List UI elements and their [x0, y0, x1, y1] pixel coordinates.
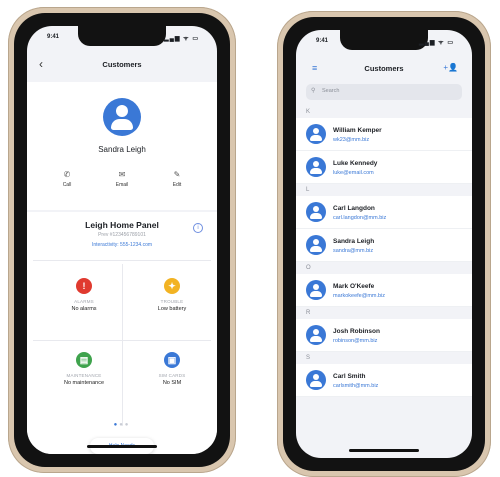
- avatar-icon: [306, 370, 326, 390]
- tile-label: ALARMS: [74, 299, 94, 304]
- trouble-icon: ✦: [164, 278, 180, 294]
- avatar-icon: [306, 235, 326, 255]
- call-button[interactable]: ✆ Call: [47, 170, 87, 200]
- customer-email: robinson@mm.biz: [333, 338, 378, 344]
- avatar-icon: [306, 124, 326, 144]
- status-icons: ▂▄▆ ᯤ ▭: [164, 36, 199, 42]
- customer-name: Sandra Leigh: [98, 145, 146, 154]
- tile-value: No alarms: [71, 306, 97, 312]
- customer-row[interactable]: Luke Kennedy luke@email.com: [296, 151, 472, 184]
- status-icons: ▂▄▆ ᯤ ▭: [419, 40, 454, 46]
- trouble-tile[interactable]: ✦ TROUBLE Low battery: [127, 270, 217, 330]
- alarms-tile[interactable]: ! ALARMS No alarms: [39, 270, 129, 330]
- divider: [33, 260, 211, 261]
- customer-row[interactable]: Sandra Leigh sandra@mm.biz: [296, 229, 472, 262]
- status-bar: 9:41 ▂▄▆ ᯤ ▭: [27, 32, 217, 44]
- customer-name: William Kemper: [333, 127, 382, 134]
- search-icon: ⚲: [311, 88, 316, 94]
- status-time: 9:41: [316, 38, 329, 44]
- customer-row[interactable]: Carl Smith carlsmith@mm.biz: [296, 364, 472, 397]
- tile-label: MAINTENANCE: [66, 373, 102, 378]
- section-header: L: [296, 184, 472, 196]
- page-title: Customers: [102, 60, 142, 69]
- customer-list: K William Kemper wk23@mm.biz Luke Kennedy lu…: [296, 106, 472, 397]
- contact-actions: ✆ Call ✉ Email ✎ Edit: [47, 170, 197, 200]
- panel-title: Leigh Home Panel: [85, 220, 159, 230]
- section-header: O: [296, 262, 472, 274]
- customer-email: wk23@mm.biz: [333, 137, 370, 143]
- home-indicator: [87, 445, 157, 448]
- customers-list-screen: 9:41 ▂▄▆ ᯤ ▭ ≡ Customers +👤 ⚲ Search K Wi…: [296, 30, 472, 458]
- edit-label: Edit: [172, 182, 182, 188]
- phone-bezel: 9:41 ▂▄▆ ᯤ ▭ ≡ Customers +👤 ⚲ Search K Wi…: [283, 17, 485, 471]
- sim-cards-tile[interactable]: ▣ SIM CARDS No SIM: [127, 344, 217, 404]
- tile-value: Low battery: [157, 306, 187, 312]
- customer-name: Mark O'Keefe: [333, 283, 375, 290]
- call-label: Call: [62, 182, 72, 188]
- section-header: S: [296, 352, 472, 364]
- customer-name: Luke Kennedy: [333, 160, 378, 167]
- customer-row[interactable]: Josh Robinson robinson@mm.biz: [296, 319, 472, 352]
- customer-row[interactable]: Mark O'Keefe markokeefe@mm.biz: [296, 274, 472, 307]
- home-indicator: [349, 449, 419, 452]
- customer-name: Carl Langdon: [333, 205, 375, 212]
- avatar-icon: [103, 98, 141, 136]
- nav-bar: ‹ Customers: [27, 54, 217, 78]
- tile-value: No SIM: [162, 380, 182, 386]
- avatar-icon: [306, 325, 326, 345]
- email-button[interactable]: ✉ Email: [102, 170, 142, 200]
- panel-card: Leigh Home Panel i Prev #123456789101 In…: [27, 212, 217, 454]
- avatar-icon: [306, 202, 326, 222]
- customer-email: markokeefe@mm.biz: [333, 293, 386, 299]
- search-input[interactable]: ⚲ Search: [306, 84, 462, 100]
- customer-name: Sandra Leigh: [333, 238, 375, 245]
- edit-button[interactable]: ✎ Edit: [157, 170, 197, 200]
- status-bar: 9:41 ▂▄▆ ᯤ ▭: [296, 36, 472, 48]
- profile-header: Sandra Leigh ✆ Call ✉ Email ✎ Edit: [27, 82, 217, 210]
- panel-link[interactable]: Interactivity: 555-1234.com: [27, 242, 217, 248]
- email-icon: ✉: [118, 170, 126, 179]
- tile-value: No maintenance: [63, 380, 105, 386]
- customer-email: luke@email.com: [333, 170, 374, 176]
- phone-right: 9:41 ▂▄▆ ᯤ ▭ ≡ Customers +👤 ⚲ Search K Wi…: [277, 11, 491, 477]
- status-time: 9:41: [47, 34, 60, 40]
- section-header: K: [296, 106, 472, 118]
- email-label: Email: [115, 182, 129, 188]
- search-placeholder: Search: [322, 88, 340, 94]
- customer-row[interactable]: William Kemper wk23@mm.biz: [296, 118, 472, 151]
- phone-bezel: 9:41 ▂▄▆ ᯤ ▭ ‹ Customers Sandra Leigh ✆ …: [14, 13, 230, 467]
- customer-name: Carl Smith: [333, 373, 366, 380]
- customer-row[interactable]: Carl Langdon carl.langdon@mm.biz: [296, 196, 472, 229]
- section-header: R: [296, 307, 472, 319]
- tile-label: SIM CARDS: [158, 373, 186, 378]
- tile-label: TROUBLE: [160, 299, 184, 304]
- maintenance-icon: ▤: [76, 352, 92, 368]
- avatar-icon: [306, 280, 326, 300]
- edit-icon: ✎: [173, 170, 181, 179]
- customer-email: carlsmith@mm.biz: [333, 383, 379, 389]
- customer-name: Josh Robinson: [333, 328, 380, 335]
- phone-left: 9:41 ▂▄▆ ᯤ ▭ ‹ Customers Sandra Leigh ✆ …: [8, 7, 236, 473]
- nav-bar: ≡ Customers +👤: [296, 58, 472, 82]
- page-indicator[interactable]: ●●●: [27, 422, 217, 428]
- add-user-icon[interactable]: +👤: [443, 63, 458, 72]
- customer-email: sandra@mm.biz: [333, 248, 374, 254]
- customer-email: carl.langdon@mm.biz: [333, 215, 387, 221]
- maintenance-tile[interactable]: ▤ MAINTENANCE No maintenance: [39, 344, 129, 404]
- avatar-icon: [306, 157, 326, 177]
- customer-detail-screen: 9:41 ▂▄▆ ᯤ ▭ ‹ Customers Sandra Leigh ✆ …: [27, 26, 217, 454]
- panel-subtitle: Prev #123456789101: [98, 232, 146, 238]
- alarm-icon: !: [76, 278, 92, 294]
- phone-icon: ✆: [63, 170, 71, 179]
- sim-card-icon: ▣: [164, 352, 180, 368]
